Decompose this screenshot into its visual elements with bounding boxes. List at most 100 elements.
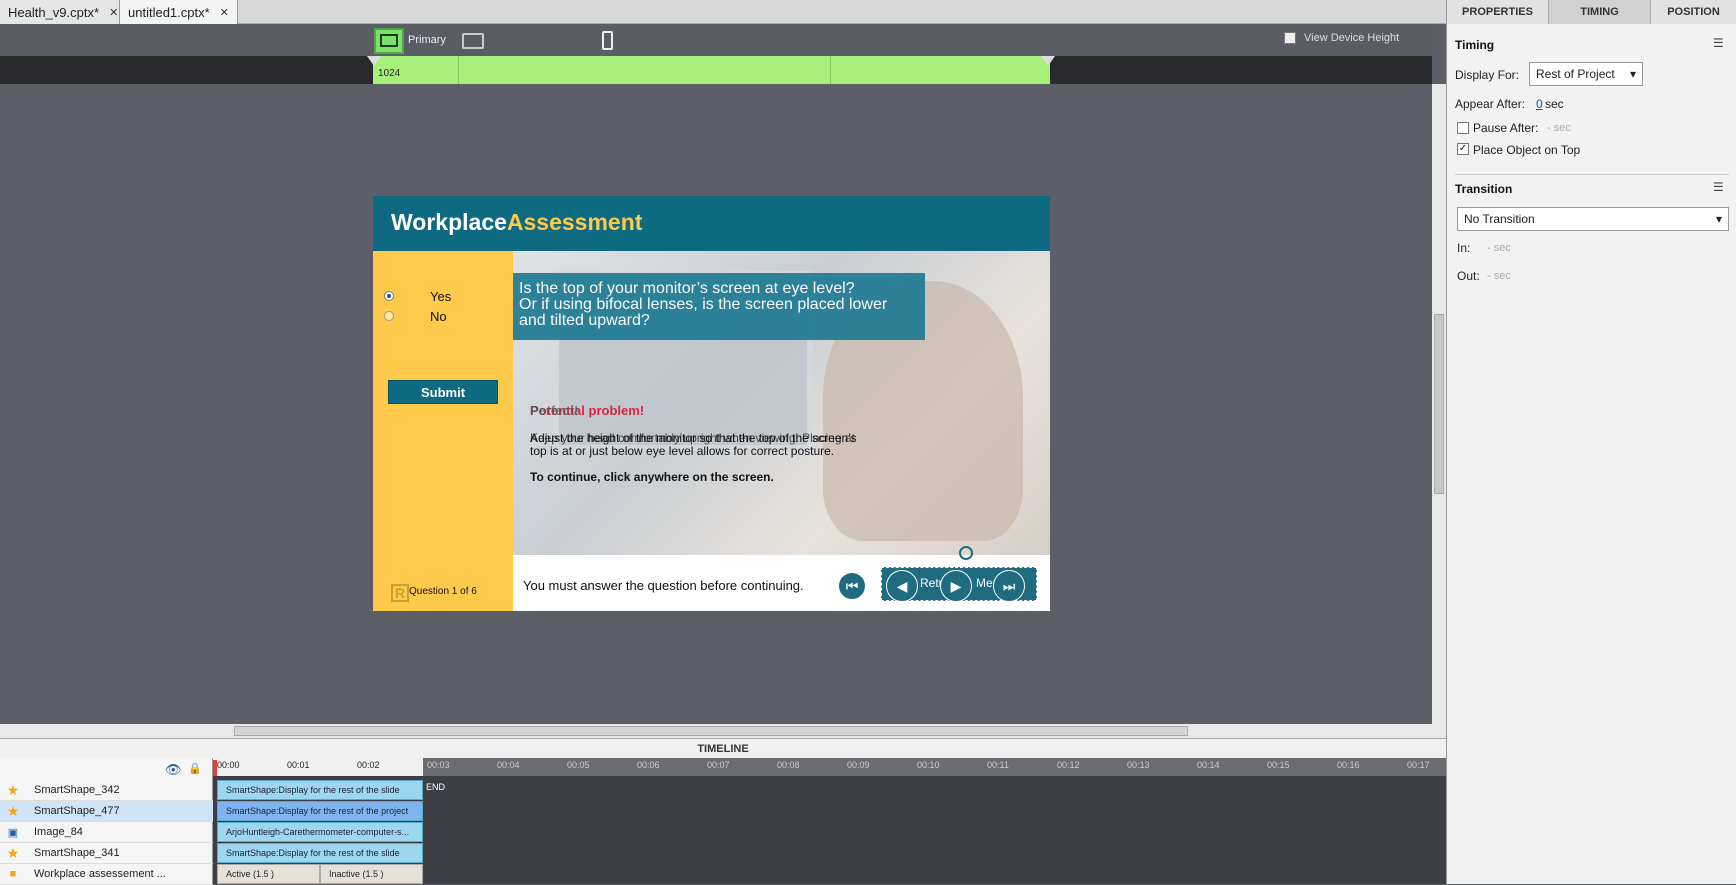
timeline-tick: 00:05 [567, 760, 590, 770]
tablet-device-icon[interactable] [462, 33, 484, 49]
tab-position[interactable]: POSITION [1651, 0, 1736, 24]
layer-row-selected[interactable]: ★ SmartShape_477 [0, 801, 213, 822]
layer-name: Image_84 [34, 826, 83, 838]
tab-properties[interactable]: PROPERTIES [1447, 0, 1549, 24]
timeline-tick: 00:13 [1127, 760, 1150, 770]
breakpoint-handle-left[interactable] [367, 56, 381, 66]
image-icon: ▣ [7, 826, 19, 839]
horizontal-scrollbar[interactable] [0, 724, 1446, 738]
question-box: Is the top of your monitor’s screen at e… [513, 273, 925, 340]
question-line-2: Or if using bifocal lenses, is the scree… [519, 296, 888, 313]
transition-select[interactable]: No Transition ▾ [1457, 207, 1729, 231]
timeline-bar-active[interactable]: Active (1.5 ) [217, 864, 320, 884]
device-bar [0, 24, 1432, 56]
doc-tab-health[interactable]: Health_v9.cptx* ✕ [0, 0, 120, 24]
slide-stage[interactable]: WorkplaceAssessment Yes No Submit R Ques… [373, 196, 1050, 611]
breakpoint-range[interactable] [373, 56, 1050, 84]
timeline-tick: 00:12 [1057, 760, 1080, 770]
timeline-title: TIMELINE [0, 738, 1446, 758]
close-icon[interactable]: ✕ [220, 6, 229, 19]
transition-header: Transition [1455, 182, 1513, 196]
timeline-tick: 00:14 [1197, 760, 1220, 770]
smartshape-icon: ★ [6, 802, 20, 819]
appear-after-label: Appear After: [1455, 97, 1526, 111]
question-count: Question 1 of 6 [409, 586, 477, 597]
slide-title: WorkplaceAssessment [391, 209, 643, 235]
timeline-bar-selected[interactable]: SmartShape:Display for the rest of the p… [217, 801, 423, 821]
breakpoint-handle-right[interactable] [1041, 56, 1055, 66]
display-for-label: Display For: [1455, 68, 1520, 82]
timeline-tick: 00:17 [1407, 760, 1430, 770]
close-icon[interactable]: ✕ [109, 6, 118, 19]
smartshape-icon: ★ [6, 781, 20, 798]
properties-panel: PROPERTIES TIMING POSITION Timing ☰ Disp… [1446, 0, 1736, 884]
layer-row[interactable]: ★ SmartShape_342 [0, 780, 213, 801]
timeline-bar[interactable]: SmartShape:Display for the rest of the s… [217, 780, 423, 800]
chevron-down-icon: ▾ [1629, 67, 1636, 81]
tab-timing[interactable]: TIMING [1549, 0, 1651, 24]
doc-tab-untitled1[interactable]: untitled1.cptx* ✕ [120, 0, 238, 24]
doc-tab-label: untitled1.cptx* [128, 4, 210, 20]
submit-button[interactable]: Submit [388, 380, 498, 404]
layer-name: Workplace assessement ... [34, 868, 166, 880]
panel-menu-icon[interactable]: ☰ [1713, 36, 1724, 50]
radio-yes[interactable] [384, 291, 394, 301]
timeline-tick: 00:15 [1267, 760, 1290, 770]
rotate-handle-icon[interactable] [959, 546, 973, 560]
timeline-tick: 00:00 [217, 760, 240, 770]
timeline-tick: 00:08 [777, 760, 800, 770]
doc-tab-label: Health_v9.cptx* [8, 4, 100, 20]
layer-row[interactable]: ★ SmartShape_341 [0, 843, 213, 864]
timeline-tick: 00:01 [287, 760, 310, 770]
out-value[interactable]: - sec [1487, 270, 1511, 282]
display-for-select[interactable]: Rest of Project ▾ [1529, 62, 1643, 86]
timeline-tick: 00:02 [357, 760, 380, 770]
mobile-device-icon[interactable] [602, 31, 613, 50]
previous-icon[interactable]: ⏮ [836, 570, 868, 602]
timeline-bar[interactable]: ArjoHuntleigh-Carethermometer-computer-s… [217, 822, 423, 842]
vertical-scrollbar[interactable] [1432, 84, 1446, 724]
desktop-device-button[interactable] [374, 28, 404, 54]
review-icon: R [391, 584, 409, 602]
timeline-ruler-active [213, 758, 423, 776]
end-marker: END [426, 782, 446, 792]
layer-name: SmartShape_341 [34, 847, 120, 859]
pause-after-value[interactable]: - sec [1547, 122, 1571, 134]
in-label: In: [1457, 241, 1471, 255]
radio-no[interactable] [384, 311, 394, 321]
timeline-tick: 00:06 [637, 760, 660, 770]
pause-after-checkbox[interactable] [1457, 122, 1469, 134]
answer-panel [373, 251, 513, 611]
timing-header: Timing [1455, 38, 1495, 52]
layer-row[interactable]: ▣ Image_84 [0, 822, 213, 843]
layer-name: SmartShape_477 [34, 805, 120, 817]
feedback-body-2: Keep your head comfortably upright when … [530, 431, 855, 445]
option-no-label: No [430, 309, 447, 324]
ruler-value: 1024 [378, 68, 401, 79]
timeline-bar[interactable]: SmartShape:Display for the rest of the s… [217, 843, 423, 863]
eye-icon[interactable]: 👁 [165, 762, 182, 778]
feedback-body-3: top is at or just below eye level allows… [530, 444, 835, 458]
next-icon[interactable]: ⏭ [993, 570, 1025, 602]
appear-after-unit: sec [1545, 97, 1564, 111]
play-icon[interactable]: ▶ [940, 570, 972, 602]
timeline-tick: 00:11 [987, 760, 1009, 770]
timeline-tick: 00:07 [707, 760, 730, 770]
timeline-tick: 00:04 [497, 760, 520, 770]
monitor-icon [380, 34, 398, 47]
layer-row[interactable]: ■ Workplace assessement ... [0, 864, 213, 885]
place-on-top-checkbox[interactable]: ✓ [1457, 143, 1469, 155]
mute-icon[interactable]: ◀ [886, 570, 918, 602]
option-yes-label: Yes [430, 289, 452, 304]
appear-after-value[interactable]: 0 [1536, 97, 1543, 111]
timeline-bar-inactive[interactable]: Inactive (1.5 ) [320, 864, 423, 884]
question-line-3: and tilted upward? [519, 312, 650, 329]
must-answer-text: You must answer the question before cont… [523, 578, 804, 593]
primary-label: Primary [408, 34, 446, 46]
chevron-down-icon: ▾ [1715, 212, 1722, 226]
lock-icon[interactable]: 🔒 [188, 762, 202, 775]
view-device-height-checkbox[interactable] [1284, 32, 1296, 44]
panel-menu-icon[interactable]: ☰ [1713, 180, 1724, 194]
in-value[interactable]: - sec [1487, 242, 1511, 254]
view-device-height-label: View Device Height [1304, 32, 1400, 44]
